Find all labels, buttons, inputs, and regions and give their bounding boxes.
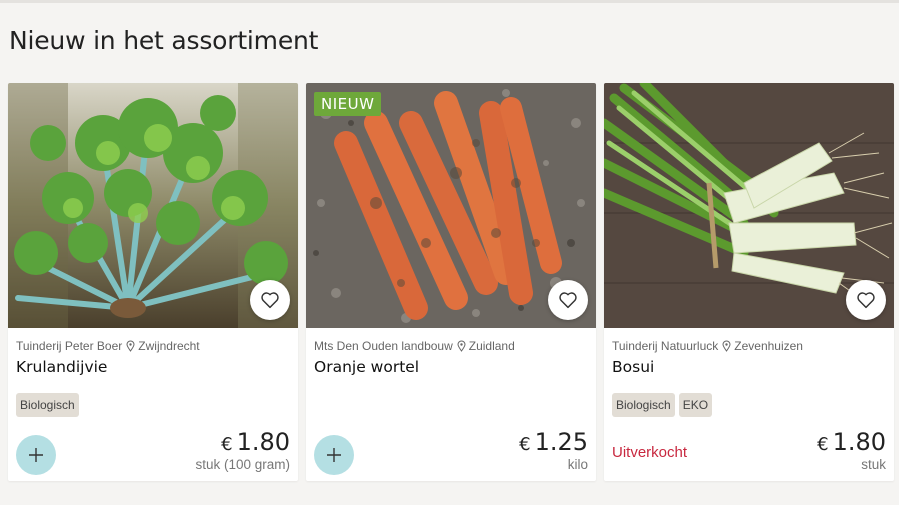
currency-symbol: € (221, 434, 233, 455)
producer-info: Tuinderij Peter Boer Zwijndrecht (16, 339, 200, 353)
add-to-cart-button[interactable] (16, 435, 56, 475)
section-title: Nieuw in het assortiment (9, 26, 319, 55)
product-tags: Biologisch EKO (612, 393, 713, 417)
producer-info: Tuinderij Natuurluck Zevenhuizen (612, 339, 803, 353)
location-pin-icon (126, 340, 135, 352)
producer-info: Mts Den Ouden landbouw Zuidland (314, 339, 515, 353)
product-card-bosui[interactable]: Tuinderij Natuurluck Zevenhuizen Bosui B… (604, 83, 894, 481)
plus-icon (327, 448, 341, 462)
top-divider (0, 0, 899, 3)
favorite-button[interactable] (846, 280, 886, 320)
product-name[interactable]: Oranje wortel (314, 358, 419, 376)
currency-symbol: € (817, 434, 829, 455)
heart-outline-icon (559, 292, 577, 309)
price-unit: stuk (861, 457, 886, 472)
producer-location: Zwijndrecht (138, 339, 200, 353)
tag-biologisch: Biologisch (612, 393, 675, 417)
producer-location: Zuidland (468, 339, 515, 353)
favorite-button[interactable] (250, 280, 290, 320)
plus-icon (29, 448, 43, 462)
currency-symbol: € (519, 434, 531, 455)
tag-eko: EKO (678, 393, 713, 417)
product-name[interactable]: Krulandijvie (16, 358, 107, 376)
heart-outline-icon (261, 292, 279, 309)
location-pin-icon (457, 340, 466, 352)
product-card-oranje-wortel[interactable]: NIEUW Mts Den Ouden landbouw Zuidland Or… (306, 83, 596, 481)
product-price: €1.80 (817, 428, 886, 456)
product-price: €1.80 (221, 428, 290, 456)
favorite-button[interactable] (548, 280, 588, 320)
new-badge: NIEUW (314, 92, 382, 116)
heart-outline-icon (857, 292, 875, 309)
price-unit: stuk (100 gram) (195, 457, 290, 472)
product-name[interactable]: Bosui (612, 358, 654, 376)
price-value: 1.80 (832, 428, 886, 456)
producer-name[interactable]: Tuinderij Natuurluck (612, 339, 718, 353)
producer-location: Zevenhuizen (734, 339, 803, 353)
product-tags: Biologisch (16, 393, 79, 417)
product-price: €1.25 (519, 428, 588, 456)
price-value: 1.25 (534, 428, 588, 456)
sold-out-label: Uitverkocht (612, 444, 688, 461)
producer-name[interactable]: Mts Den Ouden landbouw (314, 339, 453, 353)
producer-name[interactable]: Tuinderij Peter Boer (16, 339, 122, 353)
location-pin-icon (722, 340, 731, 352)
product-card-krulandijvie[interactable]: Tuinderij Peter Boer Zwijndrecht Kruland… (8, 83, 298, 481)
price-unit: kilo (567, 457, 588, 472)
tag-biologisch: Biologisch (16, 393, 79, 417)
add-to-cart-button[interactable] (314, 435, 354, 475)
price-value: 1.80 (236, 428, 290, 456)
